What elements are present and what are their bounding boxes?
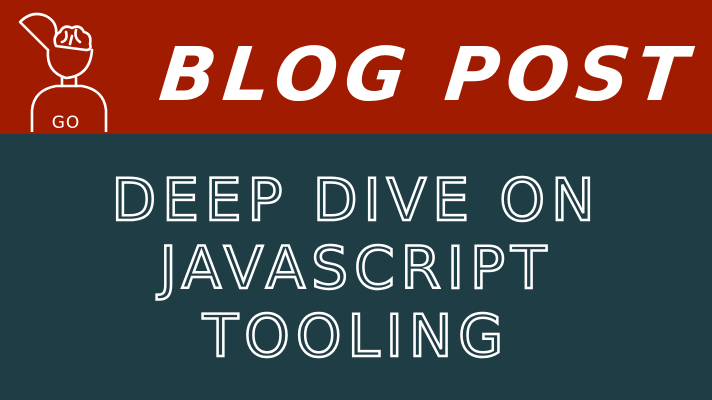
logo-text: GO [51,113,81,133]
title-line: TOOLING [202,301,510,372]
blog-post-label: BLOG POST [155,32,699,118]
title-line: DEEP DIVE ON [110,165,601,236]
title-line: JAVASCRIPT [158,233,553,304]
header-band: GO BLOG POST [0,0,712,134]
logo: GO [10,6,122,132]
post-title: DEEP DIVE ON JAVASCRIPT TOOLING [0,165,712,372]
blog-banner: GO BLOG POST DEEP DIVE ON JAVASCRIPT TOO… [0,0,712,400]
